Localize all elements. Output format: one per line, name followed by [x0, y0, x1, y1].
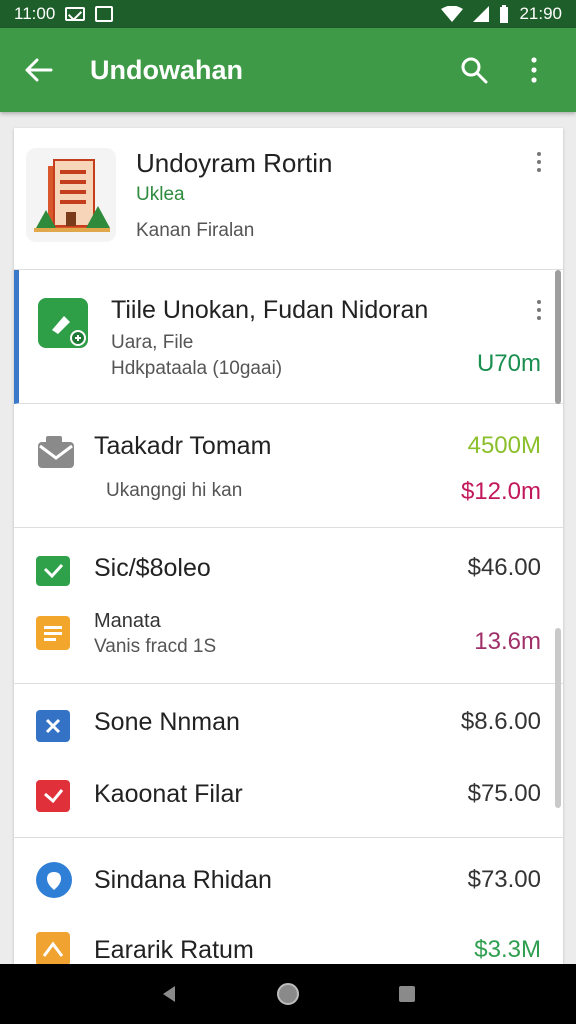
item-amount: $3.3M: [474, 936, 541, 963]
navigation-bar: [0, 964, 576, 1024]
item-amount: $12.0m: [460, 478, 541, 505]
document-icon: [36, 616, 70, 650]
header-item-menu-icon[interactable]: [537, 152, 543, 172]
scrollbar-lower[interactable]: [555, 628, 561, 808]
list-item[interactable]: Taakadr Tomam Ukangngi hi kan 4500M $12.…: [14, 404, 563, 528]
scrollbar-upper[interactable]: [555, 270, 561, 404]
item-name: Kaoonat Filar: [94, 780, 243, 808]
item-amount: 13.6m: [474, 628, 541, 655]
item-amount-top: 4500M: [467, 432, 541, 459]
nav-back-icon[interactable]: [159, 984, 179, 1004]
home-icon: [36, 932, 70, 964]
item-subtitle: Uara, File: [111, 332, 194, 353]
item-amount: $75.00: [467, 780, 541, 807]
item-name: Sindana Rhidan: [94, 866, 272, 894]
image-notification-icon: [95, 6, 114, 22]
more-vert-icon: [531, 57, 537, 83]
list-item-group: Sone Nnman $8.6.00 Kaoonat Filar $75.00: [14, 684, 563, 838]
building-app-icon: [26, 148, 116, 242]
close-box-icon: [36, 710, 70, 742]
item-amount: $73.00: [467, 866, 541, 893]
edit-file-icon: [38, 298, 88, 348]
overflow-menu-button[interactable]: [514, 50, 554, 90]
status-time: 11:00: [14, 4, 56, 23]
arrow-back-icon: [25, 58, 53, 82]
item-amount: U70m: [476, 350, 541, 377]
header-item-category: Uklea: [136, 184, 185, 205]
item-amount: $46.00: [467, 554, 541, 581]
item-name: Eararik Ratum: [94, 936, 254, 964]
app-bar: Undowahan: [0, 28, 576, 112]
search-button[interactable]: [454, 50, 494, 90]
check-box-icon: [36, 780, 70, 812]
header-item-name: Undoyram Rortin: [136, 148, 333, 178]
list-item-selected[interactable]: Tiile Unokan, Fudan Nidoran Uara, File H…: [14, 270, 563, 404]
item-subtitle: Vanis fracd 1S: [94, 636, 217, 657]
checkmark-folder-icon: [36, 556, 70, 586]
status-bar: 11:00 21:90: [0, 0, 576, 28]
list-item-group: Sindana Rhidan $73.00 Eararik Ratum $3.3…: [14, 838, 563, 964]
wifi-icon: [441, 6, 464, 22]
header-list-item[interactable]: Undoyram Rortin Uklea Kanan Firalan: [14, 128, 563, 270]
mail-notification-icon: [65, 7, 86, 21]
search-icon: [461, 57, 488, 84]
item-subtitle: Ukangngi hi kan: [106, 480, 243, 501]
nav-home-icon[interactable]: [276, 982, 300, 1006]
item-menu-icon[interactable]: [537, 300, 543, 320]
page-title: Undowahan: [90, 54, 243, 85]
battery-icon: [500, 5, 509, 23]
location-pin-icon: [34, 860, 74, 900]
item-name: Sic/$8oleo: [94, 554, 211, 582]
signal-icon: [473, 6, 490, 22]
item-list-card: Undoyram Rortin Uklea Kanan Firalan Tiil…: [14, 128, 563, 964]
mail-icon: [36, 434, 76, 470]
back-button[interactable]: [22, 53, 56, 87]
item-detail: Hdkpataala (10gaai): [111, 358, 283, 379]
item-name: Taakadr Tomam: [94, 432, 272, 460]
nav-recents-icon[interactable]: [397, 984, 417, 1004]
item-amount: $8.6.00: [460, 708, 541, 735]
header-item-location: Kanan Firalan: [136, 220, 255, 241]
item-name: Sone Nnman: [94, 708, 240, 736]
list-item-group: Sic/$8oleo $46.00 Manata Vanis fracd 1S …: [14, 528, 563, 684]
battery-text: 21:90: [519, 4, 562, 23]
item-name: Tiile Unokan, Fudan Nidoran: [111, 296, 429, 324]
item-name: Manata: [94, 610, 161, 632]
